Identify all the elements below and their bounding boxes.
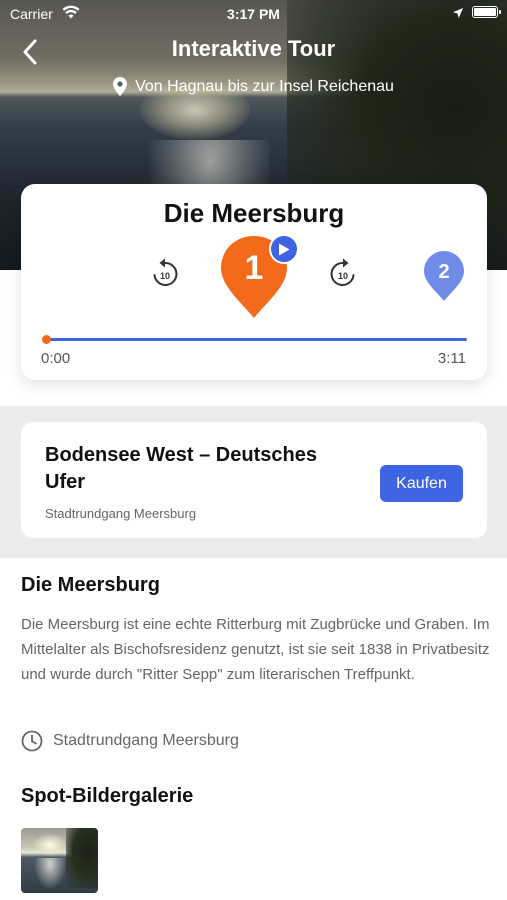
play-icon [279, 243, 290, 255]
rewind-10-button[interactable]: 10 [151, 258, 179, 293]
elapsed-time: 0:00 [41, 350, 71, 367]
play-button[interactable] [269, 234, 299, 264]
stop-1-number: 1 [245, 249, 264, 287]
spot-description: Die Meersburg ist eine echte Ritterburg … [21, 616, 490, 683]
clock-time: 3:17 PM [227, 6, 280, 22]
spot-title: Die Meersburg [21, 574, 160, 596]
forward-seconds-label: 10 [338, 271, 348, 281]
page-title: Interaktive Tour [171, 36, 336, 61]
total-duration: 3:11 [437, 350, 466, 367]
status-bar: Carrier 3:17 PM [0, 0, 507, 30]
battery-icon [472, 6, 501, 18]
stop-2-number: 2 [438, 261, 449, 283]
player-title: Die Meersburg [163, 198, 345, 228]
gallery-thumbnail[interactable] [21, 828, 98, 893]
location-arrow-icon [452, 6, 464, 22]
route-label: Von Hagnau bis zur Insel Reichenau [135, 77, 394, 95]
tour-name: Bodensee West – Deutsches Ufer [45, 444, 317, 493]
gallery-title: Spot-Bildergalerie [21, 785, 194, 807]
clock-icon [21, 730, 43, 752]
rewind-10-icon: 10 [153, 258, 178, 286]
map-marker-icon: 2 [424, 251, 464, 301]
audio-player-card: Die Meersburg 10 1 10 2 0:00 3:11 [21, 184, 487, 380]
forward-10-icon: 10 [330, 258, 355, 286]
spot-meta: Stadtrundgang Meersburg [21, 730, 239, 752]
forward-10-button[interactable]: 10 [329, 258, 357, 293]
route-subtitle: Von Hagnau bis zur Insel Reichenau [0, 77, 507, 96]
progress-slider[interactable] [42, 335, 467, 344]
tour-subtitle: Stadtrundgang Meersburg [45, 506, 197, 521]
rewind-seconds-label: 10 [160, 271, 170, 281]
progress-knob[interactable] [42, 335, 51, 344]
map-pin-icon [113, 77, 128, 96]
buy-button[interactable]: Kaufen [380, 465, 463, 502]
spot-meta-label: Stadtrundgang Meersburg [53, 732, 239, 749]
stop-2-marker[interactable]: 2 [423, 250, 465, 307]
tour-card: Bodensee West – Deutsches Ufer Stadtrund… [21, 422, 487, 538]
